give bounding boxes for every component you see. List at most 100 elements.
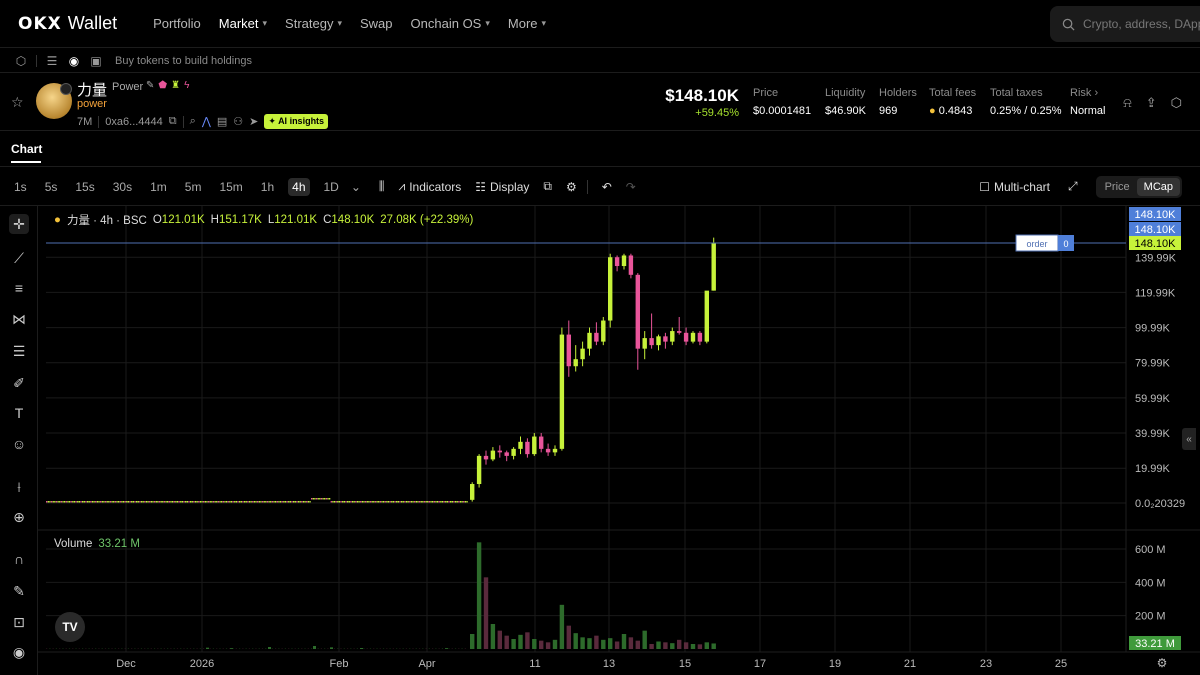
flat-candle (283, 501, 285, 503)
flat-candle (243, 501, 246, 503)
flat-candle (127, 501, 130, 503)
candle-body (608, 257, 613, 321)
candle-body (649, 338, 654, 346)
flat-candle (117, 501, 120, 503)
candle-body (518, 441, 523, 449)
flat-candle (417, 501, 419, 503)
volume-label: Volume (54, 538, 93, 550)
flat-candle (371, 501, 373, 503)
volume-bar (539, 640, 544, 649)
flat-candle (222, 501, 224, 503)
flat-candle (203, 501, 205, 503)
volume-bar (470, 634, 475, 649)
flat-candle (464, 501, 467, 503)
flat-candle (131, 501, 133, 503)
flat-candle (216, 501, 218, 503)
volume-bar (360, 648, 363, 649)
flat-candle (237, 501, 239, 503)
x-axis-label: 25 (1055, 658, 1067, 670)
flat-candle (289, 501, 292, 503)
flat-candle (260, 501, 262, 503)
candle-body (539, 436, 544, 449)
flat-candle (355, 501, 357, 503)
candle-body (559, 334, 565, 449)
flat-candle (234, 501, 236, 503)
volume-bar (580, 637, 585, 649)
flat-candle (248, 501, 251, 503)
flat-candle (340, 501, 342, 503)
flat-candle (399, 501, 401, 503)
flat-candle (170, 501, 172, 503)
volume-bar (511, 639, 516, 649)
price-axis-label: 79.99K (1135, 358, 1171, 370)
x-axis-label: 19 (829, 658, 841, 670)
flat-candle (49, 501, 51, 503)
volume-bar (268, 647, 271, 649)
flat-candle (98, 501, 100, 503)
volume-bar (497, 630, 502, 649)
volume-bar (663, 642, 668, 649)
legend-symbol: 力量 · 4h · BSC (66, 215, 147, 227)
flat-candle (126, 501, 128, 503)
flat-candle (219, 501, 221, 503)
volume-axis-label: 600 M (1135, 544, 1166, 556)
flat-candle (139, 501, 141, 503)
token-coin-icon: ● (54, 214, 61, 226)
flat-candle (328, 498, 331, 500)
legend-low: 121.01K (274, 214, 318, 226)
collapse-panel-icon[interactable]: « (1182, 428, 1196, 450)
flat-candle (252, 501, 254, 503)
flat-candle (330, 501, 332, 503)
flat-candle (188, 501, 190, 503)
flat-candle (458, 501, 460, 503)
volume-axis-label: 400 M (1135, 577, 1166, 589)
flat-candle (369, 501, 372, 503)
flat-candle (232, 501, 234, 503)
flat-candle (325, 498, 328, 500)
candle-body (573, 359, 578, 367)
flat-candle (333, 501, 336, 503)
volume-bar (545, 642, 551, 649)
flat-candle (111, 501, 113, 503)
volume-bar (628, 637, 634, 649)
volume-bar (621, 634, 627, 649)
candle-body (476, 455, 482, 485)
flat-candle (247, 501, 249, 503)
flat-candle (70, 501, 72, 503)
volume-bar (670, 643, 675, 649)
flat-candle (397, 501, 400, 503)
flat-candle (281, 501, 283, 503)
flat-candle (384, 501, 386, 503)
legend-high: 151.17K (218, 214, 262, 226)
flat-candle (158, 501, 161, 503)
flat-candle (163, 501, 166, 503)
flat-candle (348, 501, 350, 503)
flat-candle (312, 498, 314, 500)
volume-bar (677, 639, 682, 649)
flat-candle (242, 501, 244, 503)
flat-candle (176, 501, 179, 503)
flat-candle (165, 501, 167, 503)
flat-candle (466, 501, 468, 503)
flat-candle (119, 501, 121, 503)
axis-settings-icon[interactable]: ⚙ (1157, 656, 1168, 670)
flat-candle (152, 501, 154, 503)
flat-candle (62, 501, 64, 503)
flat-candle (160, 501, 162, 503)
flat-candle (68, 501, 71, 503)
flat-candle (356, 501, 359, 503)
candle-body (635, 274, 640, 349)
tradingview-logo[interactable]: TV (55, 612, 85, 642)
volume-bar (206, 647, 209, 649)
flat-candle (193, 501, 195, 503)
flat-candle (320, 498, 323, 500)
flat-candle (95, 501, 97, 503)
x-axis-label: 23 (980, 658, 992, 670)
flat-candle (443, 501, 445, 503)
price-chart[interactable]: order 0 139.99K 119.99K 99.99K 79.99K 59.99K 39… (0, 0, 1200, 675)
flat-candle (394, 501, 396, 503)
flat-candle (358, 501, 360, 503)
flat-candle (258, 501, 260, 503)
flat-candle (409, 501, 411, 503)
flat-candle (147, 501, 149, 503)
